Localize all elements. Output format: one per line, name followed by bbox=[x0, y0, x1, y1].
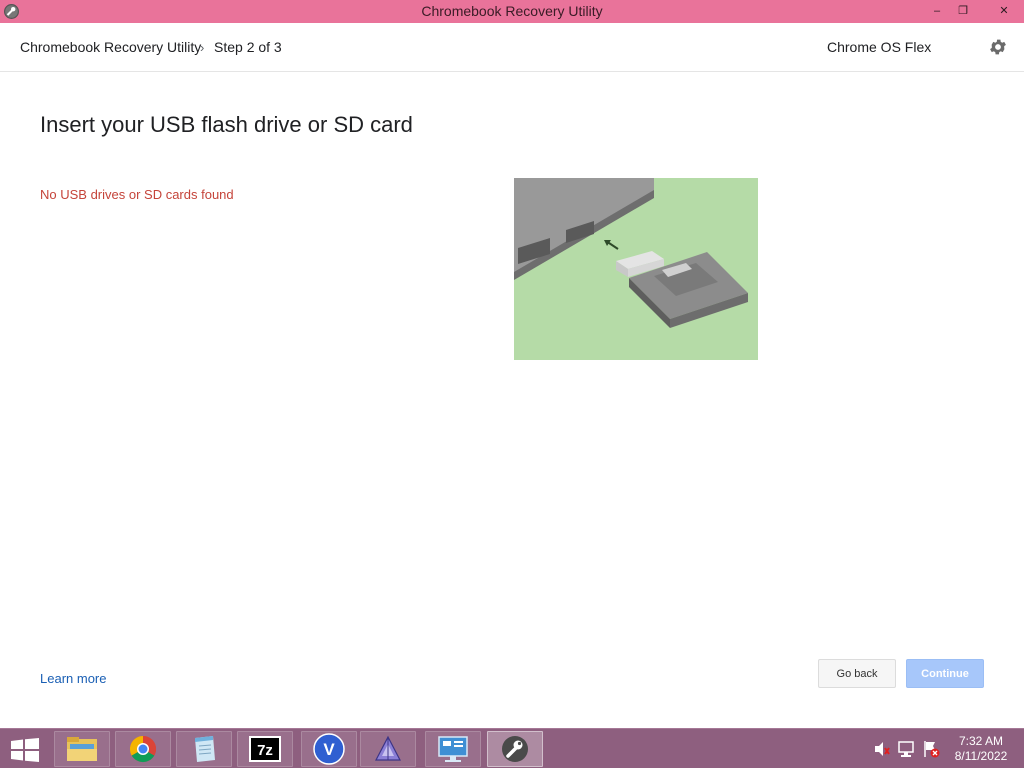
clock-time: 7:32 AM bbox=[958, 734, 1004, 748]
breadcrumb-app-name: Chromebook Recovery Utility bbox=[20, 39, 202, 55]
maximize-button[interactable]: ❐ bbox=[948, 0, 978, 21]
clock-date: 8/11/2022 bbox=[954, 749, 1008, 763]
window-title: Chromebook Recovery Utility bbox=[421, 3, 603, 19]
usb-insert-illustration bbox=[514, 178, 758, 360]
svg-text:7z: 7z bbox=[257, 742, 273, 759]
taskbar-triangle-app[interactable] bbox=[360, 731, 416, 767]
taskbar-v-app[interactable]: V bbox=[301, 731, 357, 767]
taskbar-recovery-utility[interactable] bbox=[487, 731, 543, 767]
7zip-icon: 7z bbox=[249, 736, 281, 762]
v-app-icon: V bbox=[313, 733, 345, 765]
app-header: Chromebook Recovery Utility › Step 2 of … bbox=[0, 23, 1024, 72]
taskbar-notepad[interactable] bbox=[176, 731, 232, 767]
system-clock[interactable]: 7:32 AM 8/11/2022 bbox=[946, 734, 1016, 764]
chrome-icon bbox=[129, 735, 157, 763]
windows-start-icon[interactable] bbox=[10, 738, 40, 762]
taskbar-remote-desktop[interactable] bbox=[425, 731, 481, 767]
triangle-app-icon bbox=[375, 735, 401, 761]
folder-icon bbox=[67, 737, 97, 761]
taskbar-7zip[interactable]: 7z bbox=[237, 731, 293, 767]
network-icon[interactable] bbox=[898, 739, 916, 759]
page-title: Insert your USB flash drive or SD card bbox=[40, 112, 413, 137]
taskbar-chrome[interactable] bbox=[115, 731, 171, 767]
no-drives-error: No USB drives or SD cards found bbox=[40, 187, 234, 202]
taskbar-file-explorer[interactable] bbox=[54, 731, 110, 767]
breadcrumb-step: Step 2 of 3 bbox=[214, 39, 282, 55]
remote-desktop-icon bbox=[438, 736, 468, 762]
recovery-utility-taskbar-icon bbox=[502, 736, 528, 762]
svg-text:V: V bbox=[323, 740, 335, 759]
learn-more-link[interactable]: Learn more bbox=[40, 671, 106, 686]
notepad-icon bbox=[195, 736, 215, 762]
breadcrumb-separator: › bbox=[200, 40, 205, 55]
selected-device-label: Chrome OS Flex bbox=[827, 39, 932, 55]
speaker-muted-icon[interactable] bbox=[873, 739, 891, 759]
action-center-icon[interactable] bbox=[922, 739, 940, 759]
go-back-button[interactable]: Go back bbox=[818, 659, 896, 688]
close-button[interactable]: ✕ bbox=[985, 0, 1023, 21]
gear-icon[interactable] bbox=[988, 37, 1008, 57]
continue-button[interactable]: Continue bbox=[906, 659, 984, 688]
taskbar: 7z V 7:32 AM 8/11/2022 bbox=[0, 728, 1024, 768]
window-titlebar: Chromebook Recovery Utility – ❐ ✕ bbox=[0, 0, 1024, 23]
